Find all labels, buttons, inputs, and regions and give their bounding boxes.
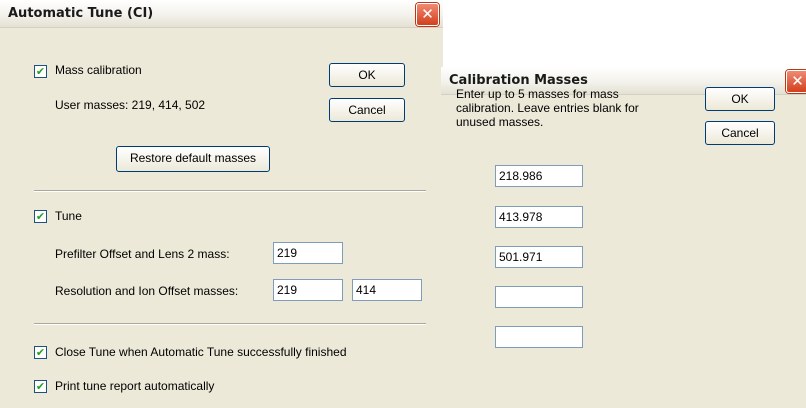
prefilter-label: Prefilter Offset and Lens 2 mass: <box>55 247 230 261</box>
title-bar[interactable]: Automatic Tune (CI) ✕ <box>0 0 443 28</box>
instructions-line: calibration. Leave entries blank for <box>456 101 639 115</box>
mass-calibration-checkbox[interactable]: ✔ <box>34 65 47 78</box>
dialog-title: Automatic Tune (CI) <box>8 6 154 21</box>
mass-field-1[interactable]: 218.986 <box>495 165 583 187</box>
mass-calibration-label: Mass calibration <box>55 63 142 77</box>
close-tune-checkbox[interactable]: ✔ <box>34 346 47 359</box>
dialog-title: Calibration Masses <box>449 73 588 88</box>
instructions-line: Enter up to 5 masses for mass <box>456 87 619 101</box>
tune-checkbox[interactable]: ✔ <box>34 210 47 223</box>
mass-field-4[interactable] <box>495 286 583 308</box>
ok-button[interactable]: OK <box>329 63 405 87</box>
resolution-label: Resolution and Ion Offset masses: <box>55 284 239 298</box>
close-icon[interactable]: ✕ <box>786 70 806 93</box>
close-icon[interactable]: ✕ <box>416 3 439 26</box>
instructions-line: unused masses. <box>456 115 544 129</box>
resolution-mass-field-2[interactable]: 414 <box>352 279 422 301</box>
cancel-button[interactable]: Cancel <box>329 98 405 122</box>
close-tune-label: Close Tune when Automatic Tune successfu… <box>55 345 347 359</box>
restore-default-masses-button[interactable]: Restore default masses <box>116 146 270 172</box>
ok-button[interactable]: OK <box>705 87 775 111</box>
prefilter-mass-field[interactable]: 219 <box>273 242 343 264</box>
mass-field-5[interactable] <box>495 326 583 348</box>
user-masses-text: User masses: 219, 414, 502 <box>55 98 206 112</box>
separator <box>34 190 426 192</box>
resolution-mass-field-1[interactable]: 219 <box>273 279 343 301</box>
print-report-checkbox[interactable]: ✔ <box>34 380 47 393</box>
instructions-text: Enter up to 5 masses for mass calibratio… <box>456 87 639 129</box>
automatic-tune-dialog: Automatic Tune (CI) ✕ ✔ Mass calibration… <box>0 0 443 408</box>
tune-label: Tune <box>55 209 82 223</box>
cancel-button[interactable]: Cancel <box>705 121 775 145</box>
mass-field-2[interactable]: 413.978 <box>495 206 583 228</box>
print-report-label: Print tune report automatically <box>55 379 215 393</box>
calibration-masses-dialog: Calibration Masses ✕ Enter up to 5 masse… <box>441 67 806 408</box>
mass-field-3[interactable]: 501.971 <box>495 246 583 268</box>
separator <box>34 323 426 325</box>
